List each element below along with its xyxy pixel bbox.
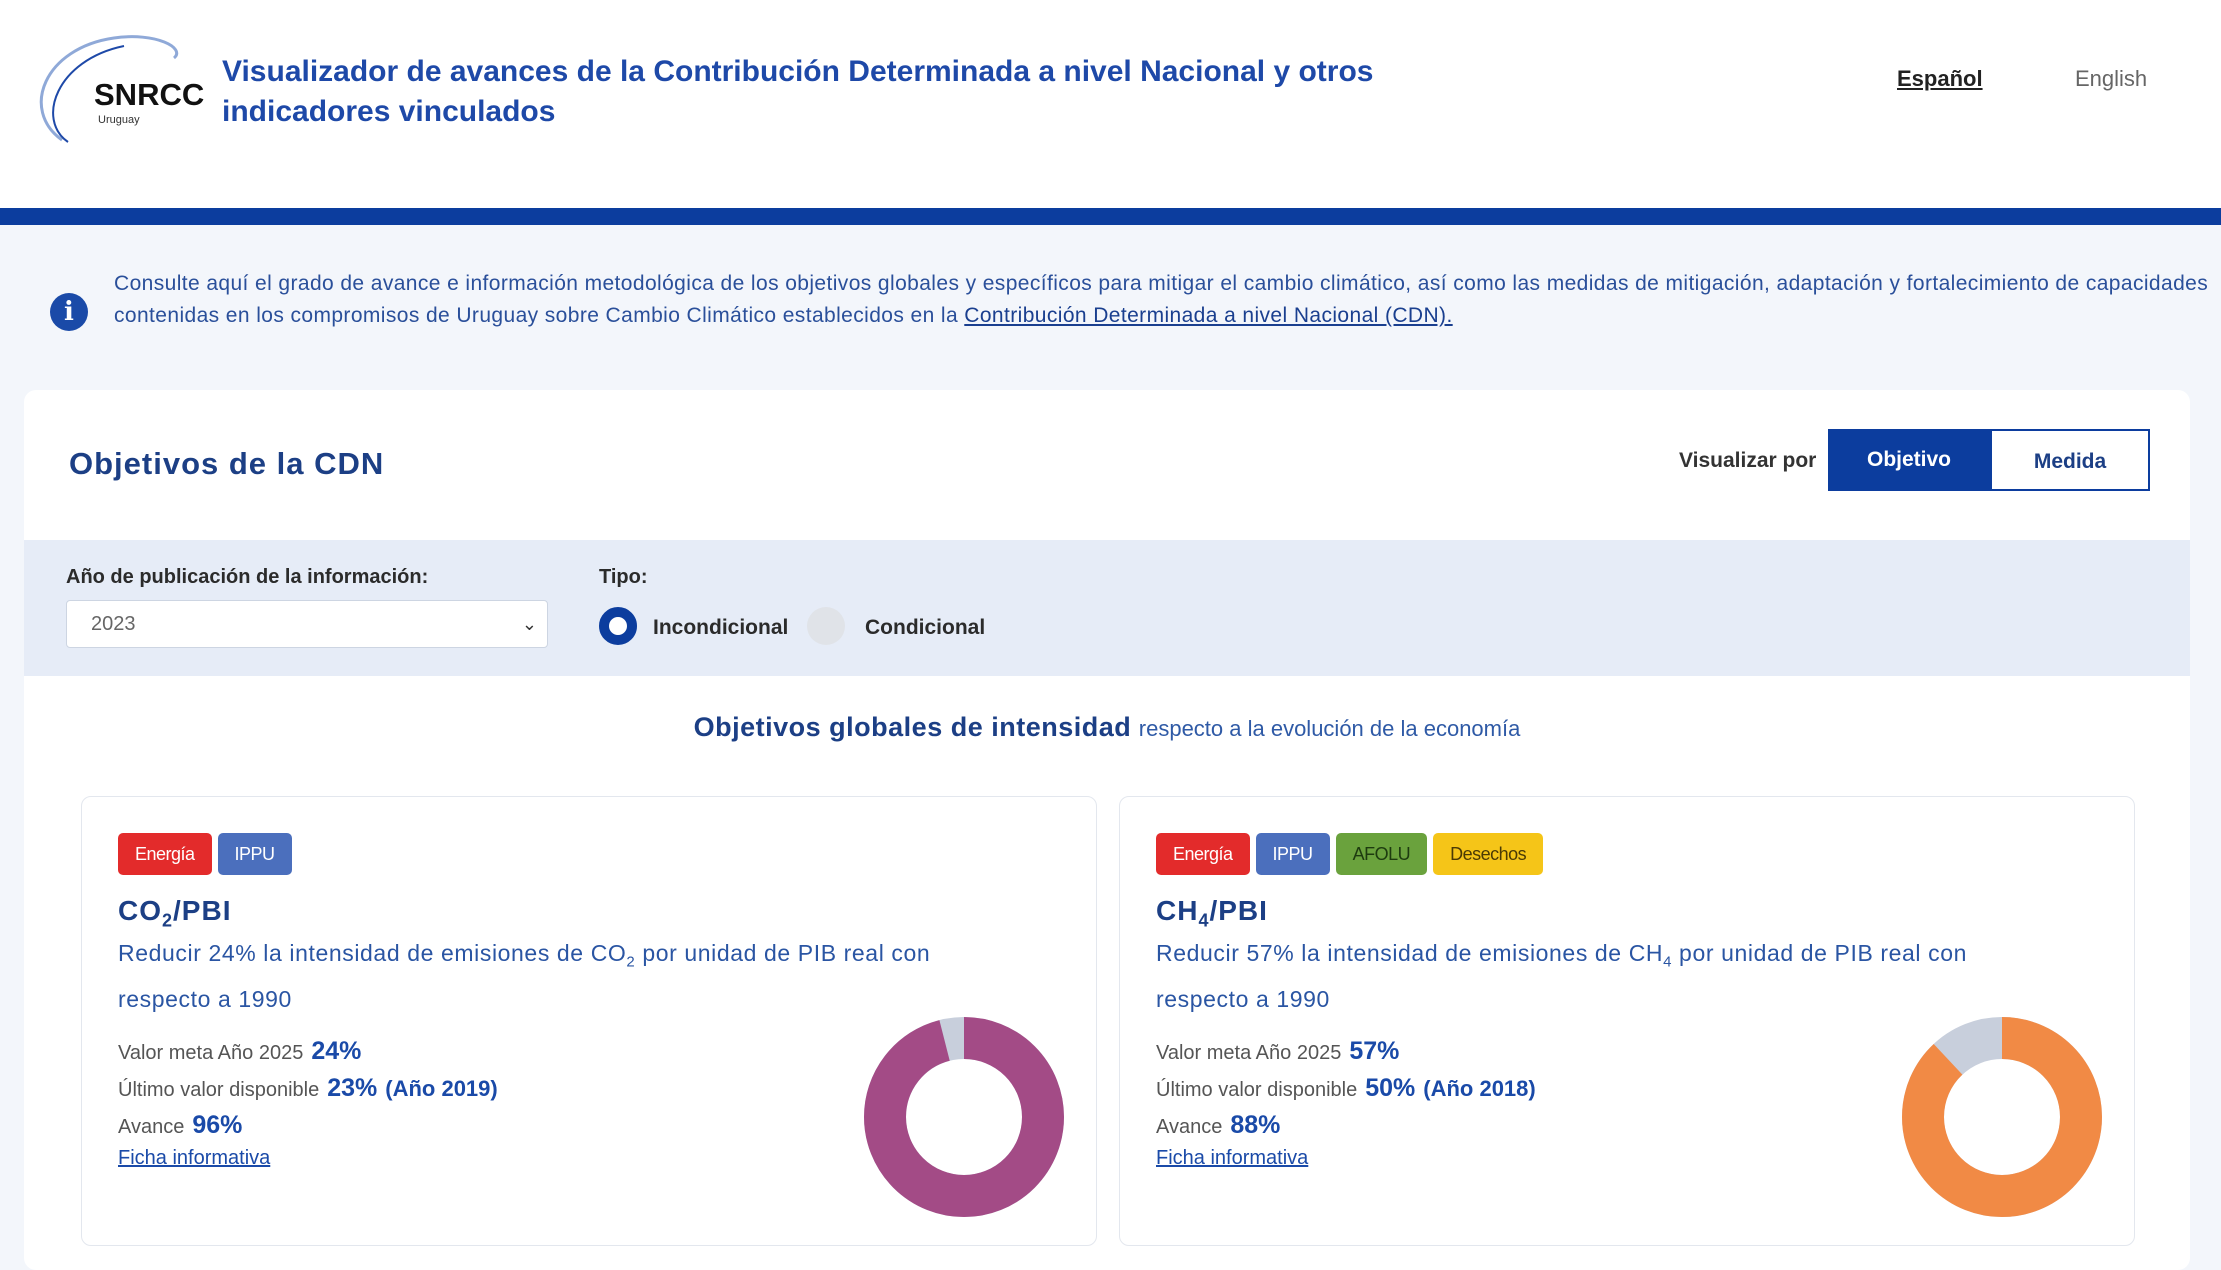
target-value-row: Valor meta Año 2025 57%: [1156, 1037, 1399, 1066]
objective-card-co2: Energía IPPU CO2/PBI Reducir 24% la inten…: [81, 796, 1097, 1246]
objective-card-ch4: Energía IPPU AFOLU Desechos CH4/PBI Reducir…: [1119, 796, 2135, 1246]
progress-label: Avance: [118, 1116, 185, 1138]
desc-sub: 2: [626, 953, 636, 971]
objective-name-sub: 2: [162, 910, 174, 931]
objective-name-tail: /PBI: [173, 895, 232, 926]
desc-pre: Reducir 57% la intensidad de emisiones d…: [1156, 940, 1664, 966]
donut-progress: [1902, 1017, 2102, 1217]
progress-row: Avance 96%: [118, 1111, 242, 1140]
section-heading-light: respecto a la evolución de la economía: [1138, 716, 1521, 741]
tag-afolu: AFOLU: [1335, 833, 1428, 875]
language-spanish-link[interactable]: Español: [1897, 66, 1983, 92]
radio-incondicional[interactable]: [599, 607, 637, 645]
latest-value: 23%: [327, 1074, 378, 1102]
info-sheet-link[interactable]: Ficha informativa: [118, 1147, 270, 1170]
target-value: 24%: [311, 1037, 362, 1065]
latest-value-row: Último valor disponible 50% (Año 2018): [1156, 1074, 1536, 1103]
year-select[interactable]: 2023 ⌄: [66, 600, 548, 648]
year-select-value: 2023: [91, 613, 136, 635]
latest-value-row: Último valor disponible 23% (Año 2019): [118, 1074, 498, 1103]
desc-sub: 4: [1663, 953, 1673, 971]
radio-incondicional-label[interactable]: Incondicional: [653, 616, 788, 640]
objective-description: Reducir 24% la intensidad de emisiones d…: [118, 935, 1018, 1018]
cdn-link[interactable]: Contribución Determinada a nivel Naciona…: [964, 304, 1452, 327]
latest-label: Último valor disponible: [118, 1079, 320, 1101]
donut-progress: [864, 1017, 1064, 1217]
progress-value: 96%: [192, 1111, 243, 1139]
type-filter-label: Tipo:: [599, 566, 648, 588]
tag-energia: Energía: [118, 833, 212, 875]
tag-ippu: IPPU: [1255, 833, 1330, 875]
latest-label: Último valor disponible: [1156, 1079, 1358, 1101]
objective-name-tail: /PBI: [1209, 895, 1268, 926]
year-filter-label: Año de publicación de la información:: [66, 566, 429, 588]
target-label: Valor meta Año 2025: [1156, 1042, 1342, 1064]
view-by-measure-button[interactable]: Medida: [1990, 429, 2150, 491]
view-by-objective-button[interactable]: Objetivo: [1828, 429, 1990, 491]
logo-text: SNRCC: [94, 77, 204, 112]
latest-year: (Año 2019): [385, 1076, 498, 1101]
progress-donut-co2: [864, 1017, 1064, 1217]
filter-bar: Año de publicación de la información: 20…: [24, 540, 2190, 676]
sector-tags: Energía IPPU AFOLU Desechos: [1156, 833, 1549, 875]
sector-tags: Energía IPPU: [118, 833, 298, 875]
progress-label: Avance: [1156, 1116, 1223, 1138]
header-divider-bar: [0, 208, 2221, 225]
tag-desechos: Desechos: [1433, 833, 1544, 875]
language-english-link[interactable]: English: [2075, 66, 2147, 92]
logo-subtext: Uruguay: [98, 114, 140, 126]
top-header: SNRCC Uruguay Visualizador de avances de…: [0, 0, 2221, 208]
progress-row: Avance 88%: [1156, 1111, 1280, 1140]
objective-description: Reducir 57% la intensidad de emisiones d…: [1156, 935, 2056, 1018]
info-icon: i: [50, 293, 88, 331]
objective-name: CO2/PBI: [118, 895, 231, 932]
objective-name-sub: 4: [1198, 910, 1210, 931]
objective-name-base: CO: [118, 895, 162, 926]
info-sheet-link[interactable]: Ficha informativa: [1156, 1147, 1308, 1170]
latest-year: (Año 2018): [1423, 1076, 1536, 1101]
objective-name-base: CH: [1156, 895, 1199, 926]
section-heading-strong: Objetivos globales de intensidad: [693, 712, 1132, 742]
radio-condicional[interactable]: [807, 607, 845, 645]
target-value: 57%: [1349, 1037, 1400, 1065]
latest-value: 50%: [1365, 1074, 1416, 1102]
progress-donut-ch4: [1902, 1017, 2102, 1217]
site-title: Visualizador de avances de la Contribuci…: [222, 55, 1374, 128]
snrcc-logo[interactable]: SNRCC Uruguay: [28, 30, 204, 154]
chevron-down-icon: ⌄: [521, 614, 537, 634]
target-value-row: Valor meta Año 2025 24%: [118, 1037, 361, 1066]
objectives-card: Objetivos de la CDN Visualizar por Objet…: [24, 390, 2190, 1270]
desc-pre: Reducir 24% la intensidad de emisiones d…: [118, 940, 627, 966]
progress-value: 88%: [1230, 1111, 1281, 1139]
info-text: Consulte aquí el grado de avance e infor…: [114, 268, 2214, 332]
section-heading: Objetivos globales de intensidad respect…: [24, 712, 2190, 743]
visualize-by-label: Visualizar por: [1679, 449, 1817, 472]
target-label: Valor meta Año 2025: [118, 1042, 304, 1064]
objective-name: CH4/PBI: [1156, 895, 1268, 932]
tag-ippu: IPPU: [217, 833, 292, 875]
tag-energia: Energía: [1156, 833, 1250, 875]
radio-condicional-label[interactable]: Condicional: [865, 616, 985, 640]
page-title: Objetivos de la CDN: [69, 446, 385, 481]
